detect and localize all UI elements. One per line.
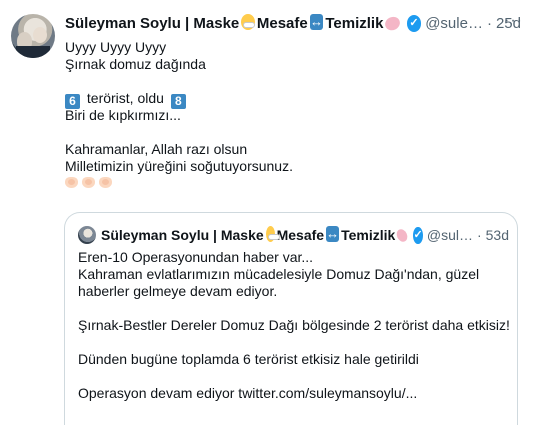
quoted-tweet[interactable]: Süleyman Soylu | Maske Mesafe ↔ Temizlik… — [64, 212, 518, 425]
quoted-text-line: Kahraman evlatlarımızın mücadelesiyle Do… — [78, 266, 480, 282]
left-right-arrow-icon: ↔ — [309, 14, 324, 30]
tweet-text-line: Şırnak domuz dağında — [65, 56, 206, 72]
quoted-author-name: Süleyman Soylu | Maske — [101, 227, 264, 243]
clapping-hands-icon — [99, 177, 112, 188]
soap-icon — [383, 13, 403, 33]
quoted-text-line: haberler gelmeye devam ediyor. — [78, 283, 278, 299]
clapping-hands-icon — [82, 177, 95, 188]
quoted-text-line: Dünden bugüne toplamda 6 terörist etkisi… — [78, 351, 419, 367]
quoted-tweet-text: Eren-10 Operasyonundan haber var... Kahr… — [78, 249, 510, 402]
author-name[interactable]: Süleyman Soylu | Maske — [65, 15, 239, 32]
avatar[interactable] — [11, 14, 55, 58]
quoted-text-line: Eren-10 Operasyonundan haber var... — [78, 249, 314, 265]
tweet[interactable]: Süleyman Soylu | Maske Mesafe ↔ Temizlik… — [0, 0, 533, 425]
face-with-medical-mask-icon — [241, 14, 255, 30]
meta-separator: · — [486, 14, 492, 32]
quoted-author-name-part-3: Temizlik — [341, 227, 396, 243]
more-options-icon[interactable]: ··· — [504, 12, 523, 30]
avatar-figure — [33, 27, 47, 43]
soap-icon — [395, 226, 410, 244]
clapping-hands-row — [65, 177, 495, 188]
quoted-author-name-part-2: Mesafe — [276, 227, 325, 243]
quoted-avatar — [78, 226, 96, 244]
face-with-medical-mask-icon — [265, 226, 280, 242]
verified-badge-icon: ✓ — [413, 226, 423, 244]
meta-separator: · — [476, 227, 482, 243]
tweet-text-line: Uyyy Uyyy Uyyy — [65, 39, 167, 55]
tweet-text-line: 6 terörist, oldu 8 — [65, 90, 495, 109]
tweet-text: Uyyy Uyyy Uyyy Şırnak domuz dağında 6 te… — [65, 39, 495, 188]
author-name-part-2[interactable]: Mesafe — [257, 15, 308, 32]
tweet-text-line: Biri de kıpkırmızı... — [65, 107, 181, 123]
author-name-part-3[interactable]: Temizlik — [325, 15, 383, 32]
tweet-text-line: Kahramanlar, Allah razı olsun — [65, 141, 248, 157]
left-right-arrow-icon: ↔ — [326, 226, 340, 242]
tweet-header: Süleyman Soylu | Maske Mesafe ↔ Temizlik… — [65, 12, 521, 34]
tweet-text-line: Milletimizin yüreğini soğutuyorsunuz. — [65, 158, 293, 174]
quoted-text-line: Şırnak-Bestler Dereler Domuz Dağı bölges… — [78, 317, 510, 333]
quoted-tweet-header: Süleyman Soylu | Maske Mesafe ↔ Temizlik… — [101, 224, 509, 246]
tweet-text-fragment: terörist, oldu — [83, 90, 168, 106]
quoted-author-handle: @sul… — [426, 227, 473, 243]
author-handle[interactable]: @sule… — [425, 15, 483, 32]
quoted-text-line: Operasyon devam ediyor twitter.com/suley… — [78, 385, 418, 401]
verified-badge-icon: ✓ — [406, 14, 422, 32]
quoted-tweet-timestamp: 53d — [485, 227, 509, 243]
clapping-hands-icon — [65, 177, 78, 188]
avatar-figure — [16, 46, 50, 58]
